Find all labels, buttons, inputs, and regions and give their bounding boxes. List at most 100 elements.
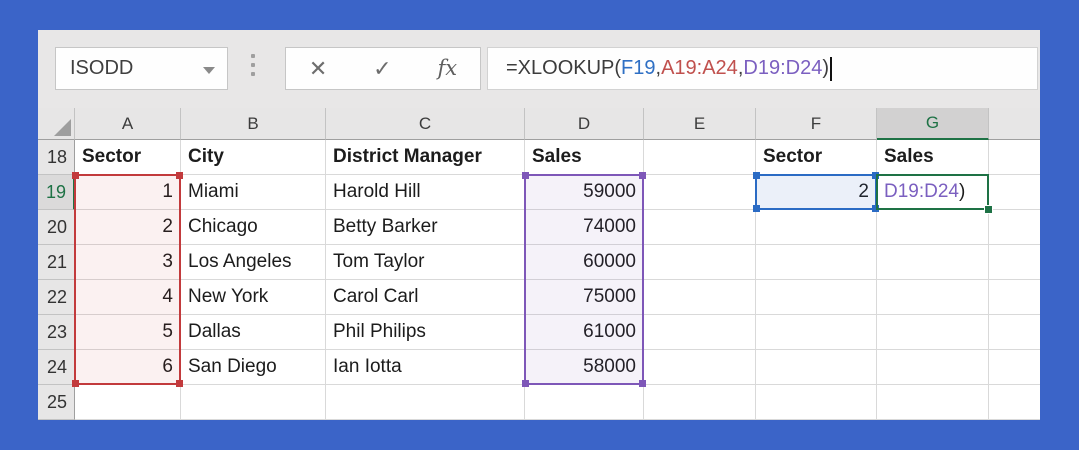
cell-D23[interactable]: 61000 <box>525 315 644 350</box>
cell-D24[interactable]: 58000 <box>525 350 644 385</box>
row-header-23[interactable]: 23 <box>38 315 75 350</box>
cell-F23[interactable] <box>756 315 877 350</box>
select-all-triangle-icon <box>54 119 71 136</box>
column-header-C[interactable]: C <box>326 108 525 140</box>
column-header-D[interactable]: D <box>525 108 644 140</box>
table-row-18: 18 Sector City District Manager Sales Sector S… <box>38 140 1040 175</box>
cell-E24[interactable] <box>644 350 756 385</box>
cell-A23[interactable]: 5 <box>75 315 181 350</box>
table-row-25: 25 <box>38 385 1040 420</box>
name-box[interactable]: ISODD <box>55 47 228 90</box>
cell-partial-19 <box>989 175 1040 210</box>
cell-partial-21 <box>989 245 1040 280</box>
row-header-24[interactable]: 24 <box>38 350 75 385</box>
cell-C19[interactable]: Harold Hill <box>326 175 525 210</box>
cell-B20[interactable]: Chicago <box>181 210 326 245</box>
cell-F19[interactable]: 2 <box>756 175 877 210</box>
cell-partial-23 <box>989 315 1040 350</box>
row-header-18[interactable]: 18 <box>38 140 75 175</box>
row-header-21[interactable]: 21 <box>38 245 75 280</box>
cell-B21[interactable]: Los Angeles <box>181 245 326 280</box>
cell-A21[interactable]: 3 <box>75 245 181 280</box>
cell-D21[interactable]: 60000 <box>525 245 644 280</box>
cell-G25[interactable] <box>877 385 989 420</box>
table-row-23: 23 5 Dallas Phil Philips 61000 <box>38 315 1040 350</box>
excel-window: ISODD ✕ ✓ fx =XLOOKUP(F19,A19:A24,D19:D2… <box>38 30 1040 420</box>
name-box-value: ISODD <box>70 57 134 79</box>
cell-D22[interactable]: 75000 <box>525 280 644 315</box>
cell-F18[interactable]: Sector <box>756 140 877 175</box>
row-header-19[interactable]: 19 <box>38 175 75 210</box>
cell-A20[interactable]: 2 <box>75 210 181 245</box>
cell-G19[interactable]: D19:D24) <box>877 175 989 210</box>
cell-B19[interactable]: Miami <box>181 175 326 210</box>
cell-partial-25 <box>989 385 1040 420</box>
row-header-22[interactable]: 22 <box>38 280 75 315</box>
cell-E18[interactable] <box>644 140 756 175</box>
insert-function-icon[interactable]: fx <box>437 58 457 79</box>
cell-D18[interactable]: Sales <box>525 140 644 175</box>
formula-bar[interactable]: =XLOOKUP(F19,A19:A24,D19:D24) <box>487 47 1038 90</box>
cell-B23[interactable]: Dallas <box>181 315 326 350</box>
cell-D20[interactable]: 74000 <box>525 210 644 245</box>
column-header-G[interactable]: G <box>877 108 989 140</box>
cell-partial-22 <box>989 280 1040 315</box>
cell-A18[interactable]: Sector <box>75 140 181 175</box>
column-header-B[interactable]: B <box>181 108 326 140</box>
cell-C18[interactable]: District Manager <box>326 140 525 175</box>
column-header-E[interactable]: E <box>644 108 756 140</box>
spreadsheet-grid: A B C D E F G 18 Sector City District Manager Sales… <box>38 108 1040 420</box>
cell-F20[interactable] <box>756 210 877 245</box>
cell-A24[interactable]: 6 <box>75 350 181 385</box>
cell-D25[interactable] <box>525 385 644 420</box>
name-box-dropdown-icon[interactable] <box>203 67 215 74</box>
enter-icon[interactable]: ✓ <box>373 57 391 80</box>
cell-A19[interactable]: 1 <box>75 175 181 210</box>
cell-E21[interactable] <box>644 245 756 280</box>
formula-toolbar: ISODD ✕ ✓ fx =XLOOKUP(F19,A19:A24,D19:D2… <box>38 30 1040 108</box>
cell-C24[interactable]: Ian Iotta <box>326 350 525 385</box>
cell-F24[interactable] <box>756 350 877 385</box>
column-header-A[interactable]: A <box>75 108 181 140</box>
cell-E23[interactable] <box>644 315 756 350</box>
cell-G20[interactable] <box>877 210 989 245</box>
cell-B25[interactable] <box>181 385 326 420</box>
cell-partial-24 <box>989 350 1040 385</box>
cell-C21[interactable]: Tom Taylor <box>326 245 525 280</box>
cell-C20[interactable]: Betty Barker <box>326 210 525 245</box>
cell-C22[interactable]: Carol Carl <box>326 280 525 315</box>
cell-B22[interactable]: New York <box>181 280 326 315</box>
select-all-corner[interactable] <box>38 108 75 140</box>
cell-C23[interactable]: Phil Philips <box>326 315 525 350</box>
cell-G22[interactable] <box>877 280 989 315</box>
formula-buttons-group: ✕ ✓ fx <box>285 47 481 90</box>
cell-G24[interactable] <box>877 350 989 385</box>
cell-G21[interactable] <box>877 245 989 280</box>
table-row-19: 19 1 Miami Harold Hill 59000 2 D19:D24) <box>38 175 1040 210</box>
cell-E22[interactable] <box>644 280 756 315</box>
cell-partial-18 <box>989 140 1040 175</box>
row-header-20[interactable]: 20 <box>38 210 75 245</box>
column-header-F[interactable]: F <box>756 108 877 140</box>
table-row-24: 24 6 San Diego Ian Iotta 58000 <box>38 350 1040 385</box>
cell-partial-20 <box>989 210 1040 245</box>
cell-A25[interactable] <box>75 385 181 420</box>
cell-E25[interactable] <box>644 385 756 420</box>
row-header-25[interactable]: 25 <box>38 385 75 420</box>
cell-B18[interactable]: City <box>181 140 326 175</box>
cell-B24[interactable]: San Diego <box>181 350 326 385</box>
formula-bar-splitter[interactable] <box>251 54 255 76</box>
cell-D19[interactable]: 59000 <box>525 175 644 210</box>
cell-E19[interactable] <box>644 175 756 210</box>
cancel-icon[interactable]: ✕ <box>309 57 327 80</box>
cell-G23[interactable] <box>877 315 989 350</box>
table-row-20: 20 2 Chicago Betty Barker 74000 <box>38 210 1040 245</box>
cell-C25[interactable] <box>326 385 525 420</box>
cell-G18[interactable]: Sales <box>877 140 989 175</box>
cell-F25[interactable] <box>756 385 877 420</box>
cell-F21[interactable] <box>756 245 877 280</box>
column-header-partial <box>989 108 1040 140</box>
cell-A22[interactable]: 4 <box>75 280 181 315</box>
cell-F22[interactable] <box>756 280 877 315</box>
cell-E20[interactable] <box>644 210 756 245</box>
